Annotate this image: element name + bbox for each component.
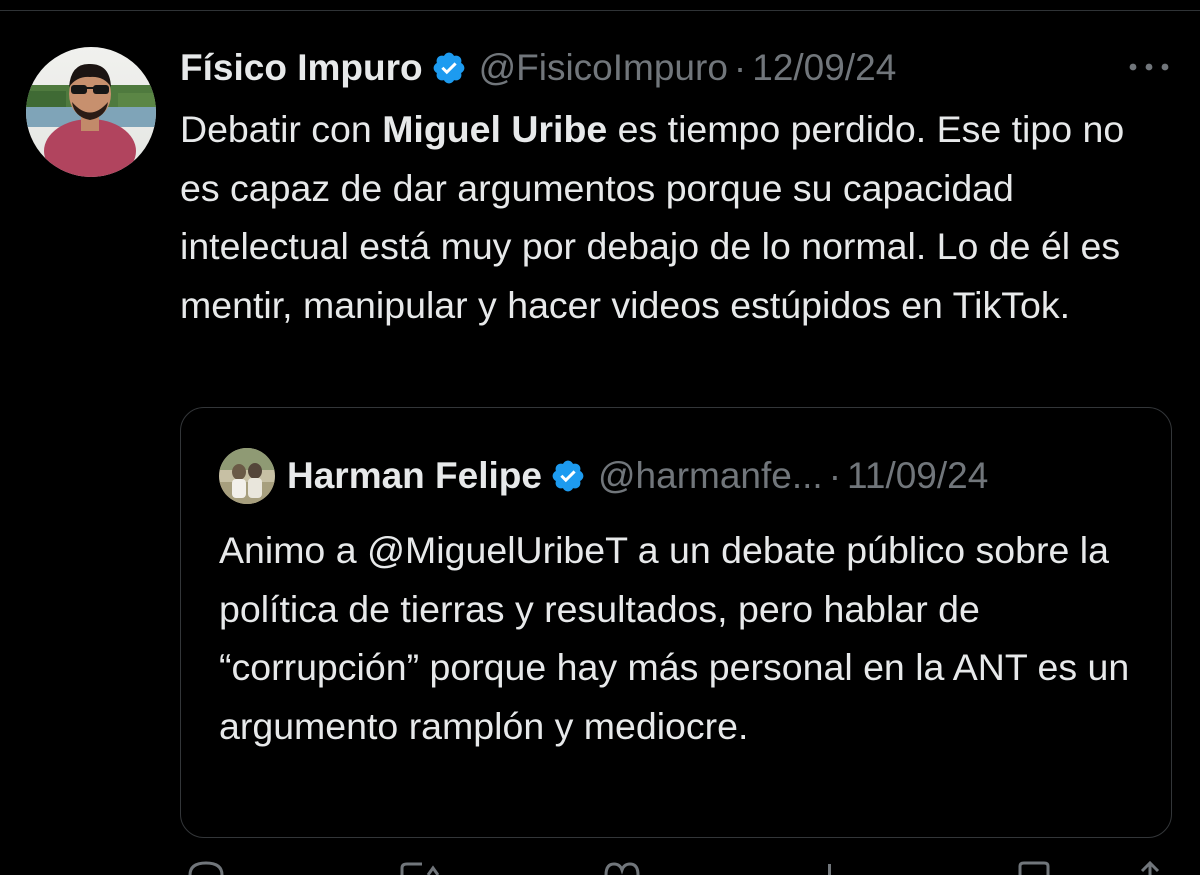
tweet-text-bold: Miguel Uribe [382,108,608,150]
quoted-tweet-date: 11/09/24 [847,455,989,496]
quoted-tweet-header: Harman Felipe @harmanfe... · 11/09/24 [287,452,988,500]
views-icon[interactable] [812,860,852,875]
author-avatar[interactable] [26,47,156,177]
retweet-icon[interactable] [398,860,442,875]
bookmark-icon[interactable] [1014,860,1054,875]
quoted-author-avatar [219,448,275,504]
share-icon[interactable] [1130,860,1170,875]
quoted-separator-dot: · [828,455,842,496]
quoted-author-handle: @harmanfe... [597,455,823,496]
tweet-text: Debatir con Miguel Uribe es tiempo perdi… [180,100,1170,334]
separator-dot: · [733,47,747,88]
more-options-icon[interactable] [1126,58,1172,76]
tweet-header: Físico Impuro @FisicoImpuro · 12/09/24 [180,44,896,92]
author-handle[interactable]: @FisicoImpuro [479,47,728,89]
tweet-date[interactable]: 12/09/24 [752,47,896,89]
quoted-tweet-text: Animo a @MiguelUribeT a un debate públic… [219,529,1130,747]
reply-icon[interactable] [186,860,226,875]
action-bar [180,860,1180,875]
verified-badge-icon [431,50,467,86]
tweet-text-start: Debatir con [180,108,383,150]
quoted-tweet[interactable]: Harman Felipe @harmanfe... · 11/09/24 An… [180,407,1172,838]
author-name[interactable]: Físico Impuro [180,47,423,89]
tweet[interactable]: Físico Impuro @FisicoImpuro · 12/09/24 D… [0,0,1200,875]
like-icon[interactable] [602,860,642,875]
quoted-verified-badge-icon [550,458,586,494]
quoted-author-name: Harman Felipe [287,455,542,496]
